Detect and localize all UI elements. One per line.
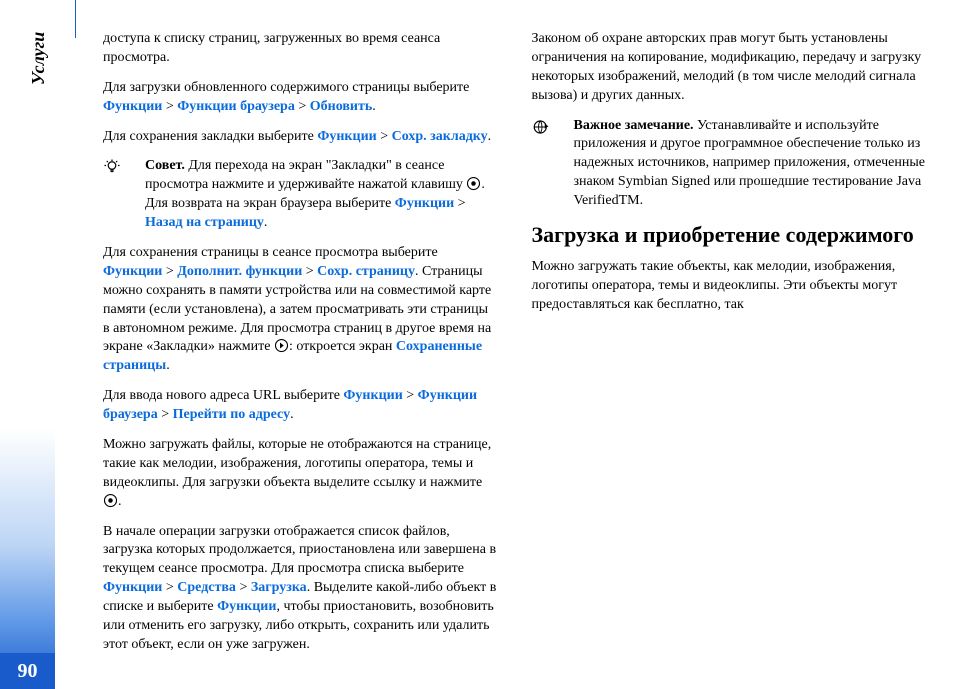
page-number: 90: [0, 653, 55, 689]
scroll-right-icon: [274, 338, 289, 353]
ui-path-item: Обновить: [310, 99, 373, 114]
scroll-key-icon: [466, 176, 481, 191]
ui-path-item: Функции: [217, 599, 276, 614]
ui-path-item: Функции: [103, 580, 162, 595]
text-run: Для перехода на экран "Закладки" в сеанс…: [145, 158, 466, 192]
text-run: : откроется экран: [289, 339, 396, 354]
ui-path-item: Перейти по адресу: [173, 407, 290, 422]
body-text: Для ввода нового адреса URL выберите Фун…: [103, 387, 498, 425]
ui-path-item: Функции: [343, 388, 402, 403]
text-run: Для загрузки обновленного содержимого ст…: [103, 80, 469, 95]
ui-path-item: Сохр. закладку: [392, 129, 488, 144]
body-text: Можно загружать такие объекты, как мелод…: [532, 258, 927, 315]
note-block: Важное замечание. Устанавливайте и испол…: [532, 117, 927, 211]
body-text: доступа к списку страниц, загруженных во…: [103, 30, 498, 68]
ui-path-item: Средства: [177, 580, 236, 595]
ui-path-item: Загрузка: [251, 580, 307, 595]
section-label: Услуги: [26, 32, 50, 85]
tip-block: Совет. Для перехода на экран "Закладки" …: [103, 157, 498, 233]
ui-path-item: Сохр. страницу: [317, 264, 415, 279]
text-run: Можно загружать файлы, которые не отобра…: [103, 437, 491, 490]
lightbulb-icon: [103, 158, 121, 176]
ui-path-item: Функции: [103, 264, 162, 279]
sidebar-rule: [75, 0, 76, 38]
body-text: Для загрузки обновленного содержимого ст…: [103, 79, 498, 117]
body-text: Законом об охране авторских прав могут б…: [532, 30, 927, 106]
scroll-key-icon: [103, 493, 118, 508]
ui-path-item: Назад на страницу: [145, 215, 264, 230]
ui-path-item: Функции браузера: [177, 99, 295, 114]
body-text: Для сохранения страницы в сеансе просмот…: [103, 244, 498, 376]
tip-label: Совет.: [145, 158, 185, 173]
globe-arrow-icon: [532, 118, 550, 136]
text-run: Для сохранения страницы в сеансе просмот…: [103, 245, 438, 260]
section-heading: Загрузка и приобретение содержимого: [532, 222, 927, 248]
body-text: Можно загружать файлы, которые не отобра…: [103, 436, 498, 512]
body-text: В начале операции загрузки отображается …: [103, 523, 498, 655]
text-run: В начале операции загрузки отображается …: [103, 524, 496, 577]
page-sidebar: Услуги 90: [0, 0, 75, 689]
note-label: Важное замечание.: [574, 118, 694, 133]
manual-page: Услуги 90 доступа к списку страниц, загр…: [0, 0, 954, 689]
ui-path-item: Функции: [317, 129, 376, 144]
sidebar-gradient: [0, 429, 55, 689]
text-run: Для ввода нового адреса URL выберите: [103, 388, 343, 403]
body-text: Для сохранения закладки выберите Функции…: [103, 128, 498, 147]
text-run: Для сохранения закладки выберите: [103, 129, 317, 144]
ui-path-item: Дополнит. функции: [177, 264, 302, 279]
page-content: доступа к списку страниц, загруженных во…: [75, 0, 954, 689]
ui-path-item: Функции: [395, 196, 454, 211]
ui-path-item: Функции: [103, 99, 162, 114]
